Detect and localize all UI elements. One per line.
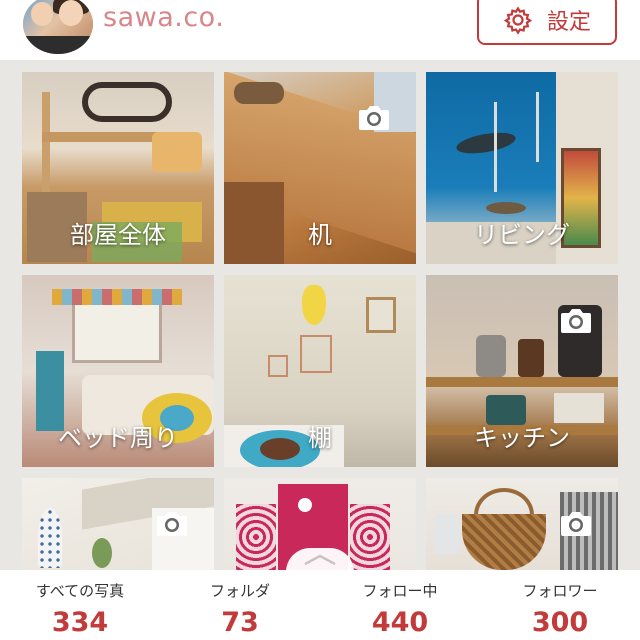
profile-header: sawa.co. 設定 xyxy=(0,0,640,60)
camera-icon xyxy=(354,98,392,136)
folder-caption: リビング xyxy=(474,221,570,249)
stat-value: 440 xyxy=(371,607,429,638)
stat-all-photos[interactable]: すべての写真 334 xyxy=(0,570,160,640)
stat-folders[interactable]: フォルダ 73 xyxy=(160,570,320,640)
folder-tile-9[interactable] xyxy=(426,478,618,570)
stat-following[interactable]: フォロー中 440 xyxy=(320,570,480,640)
avatar[interactable] xyxy=(23,0,93,54)
folder-tile-kitchen[interactable]: キッチン xyxy=(426,275,618,467)
expand-handle[interactable] xyxy=(286,548,354,572)
folder-tile-bedside[interactable]: ベッド周り xyxy=(22,275,214,467)
profile-stats-bar: すべての写真 334 フォルダ 73 フォロー中 440 フォロワー 300 xyxy=(0,570,640,640)
folder-caption: 部屋全体 xyxy=(70,221,166,249)
gear-icon xyxy=(503,5,533,35)
folder-caption: 棚 xyxy=(308,424,332,452)
folder-tile-room[interactable]: 部屋全体 xyxy=(22,72,214,264)
settings-label: 設定 xyxy=(546,9,591,35)
settings-button[interactable]: 設定 xyxy=(477,0,617,45)
stat-value: 300 xyxy=(531,607,589,638)
folder-caption: 机 xyxy=(308,221,332,249)
folder-tile-shelf[interactable]: 棚 xyxy=(224,275,416,467)
camera-icon xyxy=(556,301,594,339)
camera-icon xyxy=(152,504,190,542)
stat-label: すべての写真 xyxy=(35,582,125,600)
folder-tile-living[interactable]: リビング xyxy=(426,72,618,264)
folder-grid: 部屋全体 机 リビング ベッド周り 棚 キッチン xyxy=(0,60,640,570)
folder-tile-desk[interactable]: 机 xyxy=(224,72,416,264)
stat-followers[interactable]: フォロワー 300 xyxy=(480,570,640,640)
username[interactable]: sawa.co. xyxy=(103,2,224,33)
stat-label: フォルダ xyxy=(209,582,270,600)
chevron-up-icon xyxy=(286,554,354,566)
stat-label: フォロー中 xyxy=(362,582,438,600)
camera-icon xyxy=(556,504,594,542)
folder-caption: キッチン xyxy=(474,424,570,452)
stat-value: 334 xyxy=(51,607,109,638)
folder-tile-7[interactable] xyxy=(22,478,214,570)
stat-value: 73 xyxy=(221,607,259,638)
stat-label: フォロワー xyxy=(522,582,598,600)
folder-caption: ベッド周り xyxy=(58,424,178,452)
